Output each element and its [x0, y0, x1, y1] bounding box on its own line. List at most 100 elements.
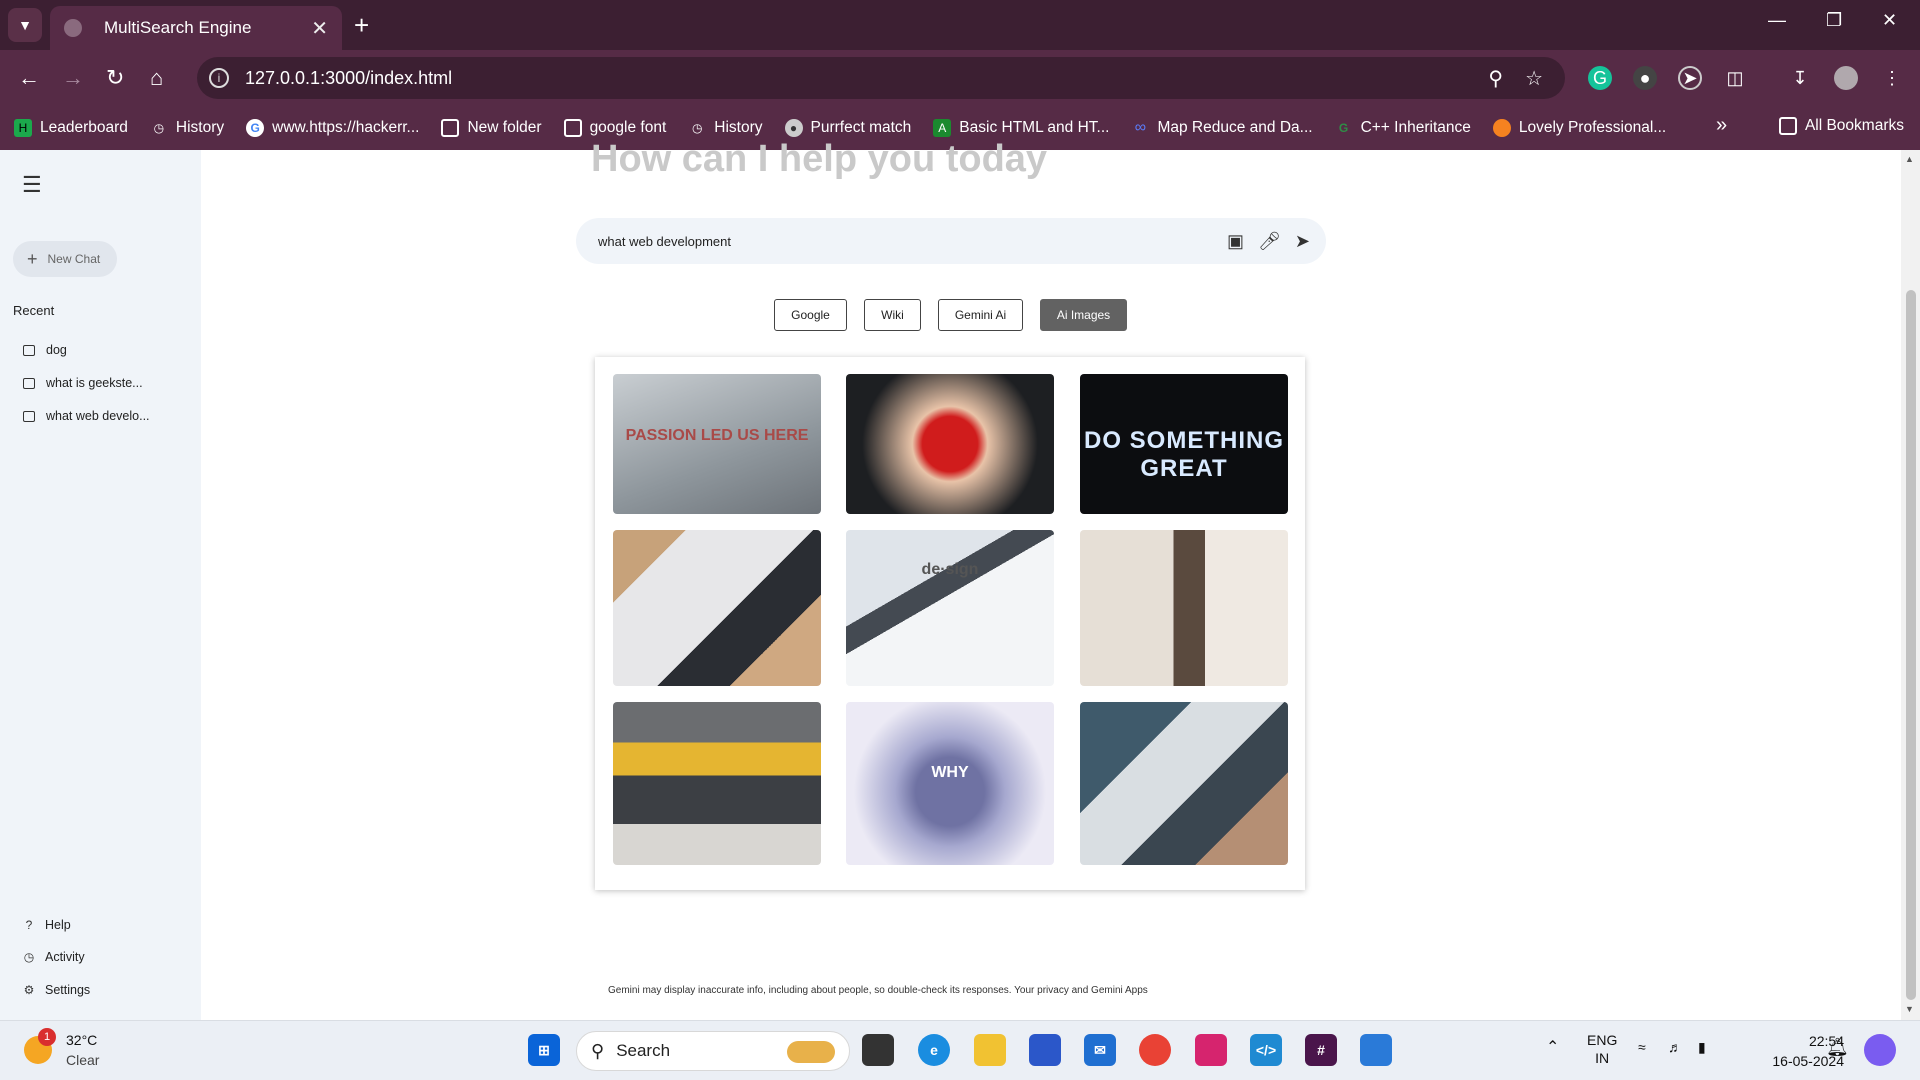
- page-scrollbar[interactable]: ▲ ▼: [1901, 150, 1920, 1020]
- minimize-icon[interactable]: —: [1768, 10, 1786, 31]
- recent-item-web-development[interactable]: what web develo...: [23, 409, 150, 423]
- edge-icon[interactable]: e: [918, 1034, 950, 1066]
- profile-avatar[interactable]: [1834, 66, 1858, 90]
- send-icon[interactable]: ➤: [1295, 231, 1310, 252]
- bookmark-map-reduce[interactable]: ∞ Map Reduce and Da...: [1131, 119, 1313, 137]
- new-tab-icon[interactable]: +: [354, 10, 369, 40]
- paint-icon[interactable]: [1360, 1034, 1392, 1066]
- recent-item-geekster[interactable]: what is geekste...: [23, 376, 143, 390]
- design-definition-phone-image[interactable]: de·sign: [846, 530, 1054, 686]
- zoom-icon[interactable]: ⚲: [1488, 66, 1503, 91]
- red-heart-hands-image[interactable]: [846, 374, 1054, 514]
- close-window-icon[interactable]: ✕: [1882, 10, 1897, 31]
- all-bookmarks[interactable]: All Bookmarks: [1778, 117, 1904, 135]
- browser-tab[interactable]: MultiSearch Engine ✕: [50, 6, 342, 50]
- restore-icon[interactable]: ❐: [1826, 10, 1842, 31]
- activity-link[interactable]: ◷ Activity: [22, 950, 85, 964]
- bookmark-leaderboard[interactable]: H Leaderboard: [14, 119, 128, 137]
- home-icon[interactable]: ⌂: [150, 64, 163, 92]
- bookmark-new-folder[interactable]: New folder: [441, 119, 542, 137]
- chat-bubble-icon: [23, 377, 35, 389]
- slack-icon[interactable]: #: [1305, 1034, 1337, 1066]
- bookmark-star-icon[interactable]: ☆: [1525, 66, 1543, 91]
- taskbar-search-label: Search: [616, 1041, 671, 1060]
- search-input[interactable]: what web development: [598, 234, 1227, 249]
- download-icon[interactable]: ↧: [1788, 66, 1812, 90]
- task-view-icon[interactable]: [862, 1034, 894, 1066]
- bookmark-history-2[interactable]: ◷ History: [688, 119, 762, 137]
- ai-images-button[interactable]: Ai Images: [1040, 299, 1127, 331]
- compass-icon[interactable]: ➤: [1678, 66, 1702, 90]
- page-heading: How can I help you today: [591, 138, 1048, 180]
- two-women-laptop-image[interactable]: [1080, 530, 1288, 686]
- help-label: Help: [45, 918, 71, 932]
- taskbar-search[interactable]: ⚲ Search: [576, 1031, 850, 1071]
- help-icon: ?: [25, 918, 33, 932]
- typing-on-laptop-image[interactable]: [1080, 702, 1288, 865]
- menu-kebab-icon[interactable]: ⋮: [1880, 66, 1904, 90]
- tab-search-chevron-icon[interactable]: ▼: [8, 8, 42, 42]
- do-something-great-neon-image[interactable]: DO SOMETHING GREAT: [1080, 374, 1288, 514]
- scrollbar-thumb[interactable]: [1906, 290, 1916, 1000]
- bookmark-label: Map Reduce and Da...: [1157, 119, 1313, 136]
- extension-record-icon[interactable]: ●: [1633, 66, 1657, 90]
- copilot-icon[interactable]: [1864, 1034, 1896, 1066]
- bookmark-google-font[interactable]: google font: [563, 119, 666, 137]
- bookmark-purrfect-match[interactable]: ● Purrfect match: [784, 119, 912, 137]
- bookmark-label: Purrfect match: [810, 119, 912, 136]
- mail-icon[interactable]: ✉: [1084, 1034, 1116, 1066]
- settings-link[interactable]: ⚙ Settings: [22, 983, 91, 997]
- laptop-and-phone-image[interactable]: [613, 530, 821, 686]
- image-upload-icon[interactable]: ▣: [1227, 231, 1244, 252]
- site-info-icon[interactable]: i: [209, 68, 229, 88]
- bookmark-cpp-inheritance[interactable]: G C++ Inheritance: [1335, 119, 1471, 137]
- back-icon[interactable]: ←: [18, 64, 40, 92]
- search-highlight-icon: [787, 1041, 835, 1063]
- scattered-letters-why-image[interactable]: WHY: [846, 702, 1054, 865]
- scroll-up-icon[interactable]: ▲: [1905, 154, 1914, 164]
- volume-icon[interactable]: ♬: [1668, 1039, 1682, 1055]
- extensions-puzzle-icon[interactable]: ◫: [1723, 66, 1747, 90]
- passion-led-us-here-image[interactable]: PASSION LED US HERE: [613, 374, 821, 514]
- chrome-icon[interactable]: [1139, 1034, 1171, 1066]
- bookmark-label: History: [175, 119, 225, 136]
- file-explorer-icon[interactable]: [974, 1034, 1006, 1066]
- microsoft-store-icon[interactable]: [1029, 1034, 1061, 1066]
- wifi-icon[interactable]: ≈: [1638, 1039, 1646, 1055]
- windows-start-icon[interactable]: ⊞: [528, 1034, 560, 1066]
- vscode-icon[interactable]: </>: [1250, 1034, 1282, 1066]
- laptop-yellow-sofa-image[interactable]: [613, 702, 821, 865]
- weather-condition: Clear: [66, 1052, 100, 1068]
- wiki-button[interactable]: Wiki: [864, 299, 921, 331]
- grammarly-icon[interactable]: G: [1588, 66, 1612, 90]
- hamburger-menu-icon[interactable]: ☰: [22, 172, 42, 198]
- bookmark-lovely-professional[interactable]: Lovely Professional...: [1492, 119, 1666, 137]
- instagram-icon[interactable]: [1195, 1034, 1227, 1066]
- forward-icon[interactable]: →: [62, 64, 84, 92]
- notification-bell-icon[interactable]: 🔔︎: [1826, 1037, 1849, 1058]
- address-bar[interactable]: i 127.0.0.1:3000/index.html ⚲ ☆: [197, 57, 1565, 99]
- weather-widget[interactable]: 1 32°C Clear: [24, 1028, 100, 1070]
- scroll-down-icon[interactable]: ▼: [1905, 1004, 1914, 1014]
- gemini-ai-button[interactable]: Gemini Ai: [938, 299, 1023, 331]
- more-bookmarks-chevron-icon[interactable]: »: [1716, 114, 1727, 137]
- language-indicator[interactable]: ENG IN: [1587, 1031, 1617, 1067]
- reload-icon[interactable]: ↻: [106, 64, 124, 92]
- microphone-icon[interactable]: 🎤︎: [1258, 231, 1281, 252]
- bookmark-history[interactable]: ◷ History: [150, 119, 224, 137]
- battery-icon[interactable]: ▮: [1698, 1039, 1706, 1056]
- new-chat-label: New Chat: [47, 252, 101, 266]
- help-link[interactable]: ? Help: [22, 918, 71, 932]
- bookmark-hackerrank[interactable]: G www.https://hackerr...: [246, 119, 419, 137]
- search-bar[interactable]: what web development ▣ 🎤︎ ➤: [576, 218, 1326, 264]
- history-icon: ◷: [23, 950, 35, 964]
- chat-bubble-icon: [23, 410, 35, 422]
- close-tab-icon[interactable]: ✕: [311, 16, 328, 41]
- google-button[interactable]: Google: [774, 299, 847, 331]
- image-caption: DO SOMETHING GREAT: [1083, 427, 1284, 483]
- new-chat-button[interactable]: + New Chat: [13, 241, 117, 277]
- bookmark-label: History: [714, 119, 763, 136]
- bookmark-basic-html[interactable]: A Basic HTML and HT...: [933, 119, 1109, 137]
- recent-item-dog[interactable]: dog: [23, 343, 67, 357]
- show-hidden-icons-icon[interactable]: ⌃: [1546, 1037, 1559, 1057]
